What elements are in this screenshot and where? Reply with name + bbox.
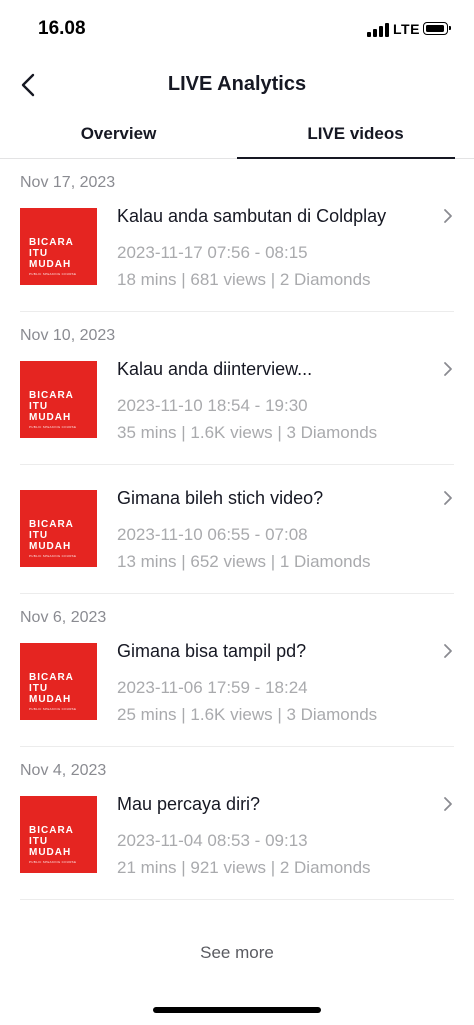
time-range: 2023-11-06 17:59 - 18:24 — [117, 678, 308, 697]
thumbnail-title: BICARA ITU MUDAH — [29, 390, 74, 423]
video-stats: 25 mins | 1.6K views | 3 Diamonds — [117, 705, 378, 724]
battery-icon — [423, 22, 451, 35]
video-title: Gimana bisa tampil pd? — [117, 641, 307, 661]
network-type: LTE — [393, 21, 420, 37]
date-header: Nov 6, 2023 — [20, 609, 107, 626]
video-stats: 21 mins | 921 views | 2 Diamonds — [117, 858, 371, 877]
video-title: Gimana bileh stich video? — [117, 488, 324, 508]
tab-overview[interactable]: Overview — [0, 112, 237, 158]
chevron-right-icon — [444, 362, 452, 376]
date-header: Nov 17, 2023 — [20, 174, 116, 191]
thumbnail-subtitle: PUBLIC SPEAKING COURSE — [29, 425, 77, 429]
list-item[interactable]: BICARA ITU MUDAH PUBLIC SPEAKING COURSE … — [0, 205, 474, 312]
thumbnail-subtitle: PUBLIC SPEAKING COURSE — [29, 860, 77, 864]
thumbnail-title: BICARA ITU MUDAH — [29, 519, 74, 552]
tab-bar: Overview LIVE videos — [0, 112, 474, 159]
video-thumbnail: BICARA ITU MUDAH PUBLIC SPEAKING COURSE — [20, 361, 97, 438]
chevron-right-icon — [444, 644, 452, 658]
time-range: 2023-11-04 08:53 - 09:13 — [117, 831, 308, 850]
video-stats: 18 mins | 681 views | 2 Diamonds — [117, 270, 371, 289]
page-title: LIVE Analytics — [167, 73, 307, 95]
nav-header: LIVE Analytics — [0, 62, 474, 108]
video-title: Mau percaya diri? — [117, 794, 261, 814]
video-stats: 35 mins | 1.6K views | 3 Diamonds — [117, 423, 378, 442]
thumbnail-title: BICARA ITU MUDAH — [29, 672, 74, 705]
time-range: 2023-11-17 07:56 - 08:15 — [117, 243, 308, 262]
live-video-list: Nov 17, 2023 BICARA ITU MUDAH PUBLIC SPE… — [0, 159, 474, 900]
list-item[interactable]: BICARA ITU MUDAH PUBLIC SPEAKING COURSE … — [0, 640, 474, 747]
see-more-button[interactable]: See more — [0, 933, 474, 973]
signal-icon — [367, 23, 389, 37]
thumbnail-subtitle: PUBLIC SPEAKING COURSE — [29, 272, 77, 276]
video-title: Kalau anda sambutan di Coldplay — [117, 206, 387, 226]
video-title: Kalau anda diinterview... — [117, 359, 313, 379]
chevron-right-icon — [444, 209, 452, 223]
date-header: Nov 10, 2023 — [20, 327, 116, 344]
list-item[interactable]: BICARA ITU MUDAH PUBLIC SPEAKING COURSE … — [0, 793, 474, 900]
date-header: Nov 4, 2023 — [20, 762, 107, 779]
video-stats: 13 mins | 652 views | 1 Diamonds — [117, 552, 371, 571]
thumbnail-title: BICARA ITU MUDAH — [29, 825, 74, 858]
video-thumbnail: BICARA ITU MUDAH PUBLIC SPEAKING COURSE — [20, 796, 97, 873]
list-item[interactable]: BICARA ITU MUDAH PUBLIC SPEAKING COURSE … — [0, 487, 474, 594]
tab-live-videos[interactable]: LIVE videos — [237, 112, 474, 158]
chevron-right-icon — [444, 491, 452, 505]
video-thumbnail: BICARA ITU MUDAH PUBLIC SPEAKING COURSE — [20, 490, 97, 567]
thumbnail-subtitle: PUBLIC SPEAKING COURSE — [29, 707, 77, 711]
home-indicator — [153, 1007, 321, 1013]
video-thumbnail: BICARA ITU MUDAH PUBLIC SPEAKING COURSE — [20, 208, 97, 285]
video-thumbnail: BICARA ITU MUDAH PUBLIC SPEAKING COURSE — [20, 643, 97, 720]
time-range: 2023-11-10 06:55 - 07:08 — [117, 525, 308, 544]
chevron-right-icon — [444, 797, 452, 811]
time-range: 2023-11-10 18:54 - 19:30 — [117, 396, 308, 415]
status-time: 16.08 — [38, 18, 86, 39]
thumbnail-title: BICARA ITU MUDAH — [29, 237, 74, 270]
thumbnail-subtitle: PUBLIC SPEAKING COURSE — [29, 554, 77, 558]
status-bar: 16.08 LTE — [0, 0, 474, 60]
row-spacer — [0, 465, 474, 487]
list-item[interactable]: BICARA ITU MUDAH PUBLIC SPEAKING COURSE … — [0, 358, 474, 465]
